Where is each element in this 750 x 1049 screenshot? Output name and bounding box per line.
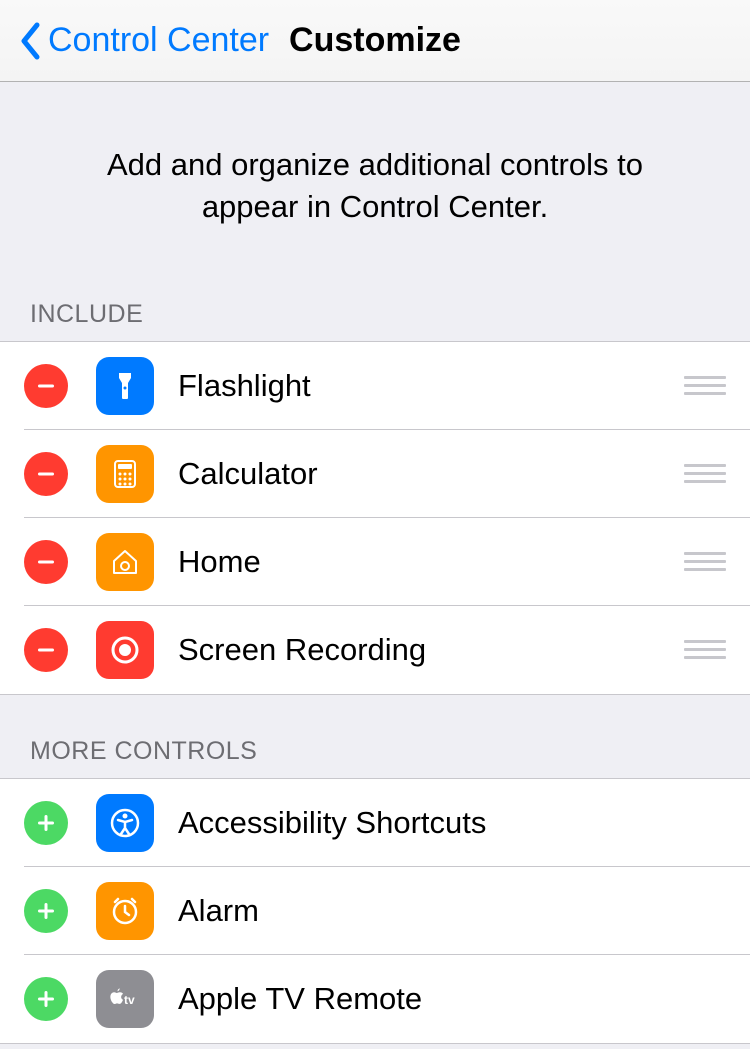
remove-button[interactable]: [24, 628, 68, 672]
add-button[interactable]: [24, 801, 68, 845]
calculator-icon: [96, 445, 154, 503]
drag-handle-icon[interactable]: [684, 552, 726, 571]
remove-button[interactable]: [24, 540, 68, 584]
row-label: Flashlight: [178, 368, 684, 404]
section-header-include: INCLUDE: [0, 280, 750, 341]
table-row: Alarm: [0, 867, 750, 955]
drag-handle-icon[interactable]: [684, 640, 726, 659]
row-label: Home: [178, 544, 684, 580]
alarm-icon: [96, 882, 154, 940]
nav-bar: Control Center Customize: [0, 0, 750, 82]
include-table: Flashlight Calculator: [0, 341, 750, 695]
table-row: Flashlight: [0, 342, 750, 430]
svg-text:tv: tv: [124, 993, 135, 1007]
drag-handle-icon[interactable]: [684, 376, 726, 395]
table-row: Accessibility Shortcuts: [0, 779, 750, 867]
back-chevron-icon[interactable]: [18, 21, 42, 61]
section-header-more: MORE CONTROLS: [0, 695, 750, 778]
row-label: Screen Recording: [178, 632, 684, 668]
accessibility-icon: [96, 794, 154, 852]
back-button[interactable]: Control Center: [48, 21, 269, 60]
row-label: Calculator: [178, 456, 684, 492]
home-icon: [96, 533, 154, 591]
apple-tv-icon: tv: [96, 970, 154, 1028]
row-label: Alarm: [178, 893, 726, 929]
add-button[interactable]: [24, 977, 68, 1021]
remove-button[interactable]: [24, 452, 68, 496]
description-text: Add and organize additional controls to …: [0, 82, 750, 280]
row-label: Apple TV Remote: [178, 981, 726, 1017]
table-row: Calculator: [0, 430, 750, 518]
table-row: tv Apple TV Remote: [0, 955, 750, 1043]
row-label: Accessibility Shortcuts: [178, 805, 726, 841]
table-row: Screen Recording: [0, 606, 750, 694]
page-title: Customize: [289, 21, 461, 60]
add-button[interactable]: [24, 889, 68, 933]
drag-handle-icon[interactable]: [684, 464, 726, 483]
screen-recording-icon: [96, 621, 154, 679]
table-row: Home: [0, 518, 750, 606]
flashlight-icon: [96, 357, 154, 415]
more-controls-table: Accessibility Shortcuts Alarm: [0, 778, 750, 1044]
remove-button[interactable]: [24, 364, 68, 408]
